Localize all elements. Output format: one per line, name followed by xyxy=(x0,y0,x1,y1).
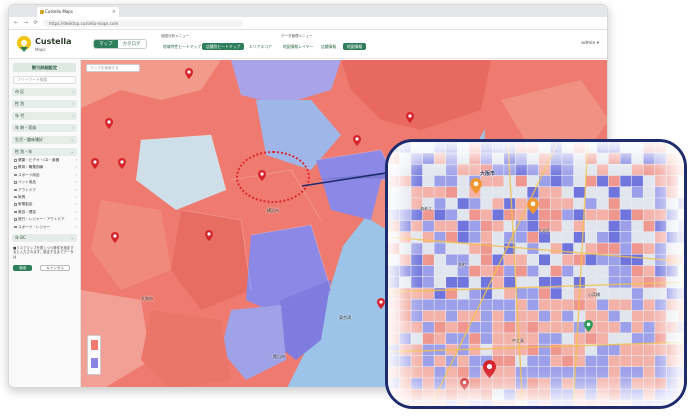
browser-tabbar: Custella Maps × xyxy=(9,5,607,24)
store-pin-icon[interactable] xyxy=(353,135,361,146)
checkbox-icon[interactable] xyxy=(14,195,17,199)
store-info-button[interactable]: 店舗情報 xyxy=(317,43,340,50)
category-label: 性 別 xyxy=(15,101,25,106)
chevron-right-icon: › xyxy=(72,101,74,106)
category-label: 市 区 xyxy=(15,89,25,94)
logo-sub: Maps xyxy=(35,47,46,52)
category-family[interactable]: 年 齢・家族 › xyxy=(12,124,77,132)
nav-buttons[interactable]: ← → ⟳ xyxy=(14,20,40,26)
mesh-cell xyxy=(678,142,684,153)
category-age[interactable]: 年 代 › xyxy=(12,112,77,120)
favicon-icon xyxy=(40,10,44,14)
checkbox-icon[interactable] xyxy=(14,181,17,184)
logo-name: Custella xyxy=(35,37,72,46)
chevron-right-icon: › xyxy=(72,125,74,130)
chevron-down-icon: ⌄ xyxy=(70,234,74,240)
category-lifestyle[interactable]: 生活・趣味嗜好 ⌄ xyxy=(12,136,77,144)
zoom-detail-panel: 大阪市 海老江 大淀区 本町 心斎橋 中之島 xyxy=(385,139,687,409)
mode-switch: マップ カタログ xyxy=(93,39,147,49)
cancel-button[interactable]: キャンセル xyxy=(40,265,71,272)
app-header: Custella Maps マップ カタログ 地図分析メニュー 地域特性ヒートマ… xyxy=(9,30,607,59)
store-pin-icon[interactable] xyxy=(406,112,414,123)
store-pin-icon[interactable] xyxy=(185,68,193,79)
sub-item[interactable]: 家電製品 › xyxy=(14,201,77,207)
promo-scene: Custella Maps × ← → ⟳ https://desktop.cu… xyxy=(0,0,700,416)
place-label: 館山市 xyxy=(273,354,285,359)
place-label: 東京湾 xyxy=(339,315,351,320)
chevron-down-icon: ⌄ xyxy=(70,137,74,142)
category-more[interactable]: 性 別・年 ⌄ xyxy=(12,148,77,156)
chevron-right-icon: › xyxy=(72,113,74,118)
store-pin-icon[interactable] xyxy=(377,298,385,309)
category-label: 性 別・年 xyxy=(15,149,33,154)
checkbox-icon[interactable] xyxy=(14,173,17,177)
checkbox-icon[interactable] xyxy=(14,166,17,169)
checkbox-icon[interactable] xyxy=(14,203,17,206)
mode-catalog-button[interactable]: カタログ xyxy=(118,40,146,48)
sub-item[interactable]: 家具 › xyxy=(14,194,77,200)
sub-item[interactable]: 美容・理容 › xyxy=(14,209,77,215)
store-pin-icon[interactable] xyxy=(105,118,113,129)
sub-item[interactable]: スポーツ用品 › xyxy=(14,172,77,178)
place-label: 大和市 xyxy=(141,296,153,301)
map-layer-button[interactable]: 地図情報レイヤー xyxy=(279,43,317,50)
sub-item[interactable]: 教育・職業訓練 › xyxy=(14,164,77,170)
address-field[interactable]: https://desktop.custella-maps.com xyxy=(43,20,243,27)
area-heatmap-button[interactable]: 地域特性ヒートマップ xyxy=(159,43,205,50)
data-menu-label: データ管理メニュー xyxy=(281,34,313,38)
category-last[interactable]: 年 BC ⌄ xyxy=(12,233,77,242)
chevron-right-icon: › xyxy=(72,89,74,94)
user-menu[interactable]: admin ▾ xyxy=(581,41,599,46)
heat-legend xyxy=(87,335,101,375)
sidebar-note: ■リスクマップを表しつつ条件を設定すると入力されます。設定するまでデータは xyxy=(13,245,74,259)
store-pin-icon[interactable] xyxy=(118,158,126,169)
sidebar-search-input[interactable]: フリーワード検索 xyxy=(13,76,76,84)
area-score-button[interactable]: エリアスコア xyxy=(245,43,276,50)
category-label: 生活・趣味嗜好 xyxy=(15,137,43,142)
map-search-input[interactable]: マップを検索する xyxy=(86,64,140,72)
legend-high-swatch xyxy=(91,340,98,350)
mesh-cell xyxy=(678,400,684,406)
category-gender[interactable]: 性 別 › xyxy=(12,100,77,108)
address-bar-row: ← → ⟳ https://desktop.custella-maps.com xyxy=(9,17,607,30)
sub-item[interactable]: 旅行・レジャー・アウトドア › xyxy=(14,216,77,222)
place-label: 横浜市 xyxy=(267,208,279,213)
category-city[interactable]: 市 区 › xyxy=(12,88,77,96)
sidebar-title: 割引詳細設定 xyxy=(13,63,76,72)
tab-close-icon[interactable]: × xyxy=(112,7,116,17)
store-pin-icon[interactable] xyxy=(111,232,119,243)
focus-area-highlight xyxy=(236,151,310,203)
tab-title: Custella Maps xyxy=(45,9,73,14)
sub-item[interactable]: ペット用品 › xyxy=(14,179,77,185)
map-info-button[interactable]: 地図情報 xyxy=(343,43,367,50)
apply-button[interactable]: 適用 xyxy=(13,265,33,272)
custella-logo-icon xyxy=(17,36,31,52)
panel-vignette xyxy=(388,142,684,406)
store-heatmap-button[interactable]: 店舗別ヒートマップ xyxy=(202,43,245,50)
sidebar-actions: 適用 キャンセル xyxy=(13,265,76,272)
store-pin-icon[interactable] xyxy=(205,230,213,241)
sub-item[interactable]: アウトドア › xyxy=(14,187,77,193)
category-label: 年 齢・家族 xyxy=(15,125,37,130)
legend-low-swatch xyxy=(91,358,98,368)
chevron-down-icon: ⌄ xyxy=(70,149,74,154)
checkbox-icon[interactable] xyxy=(14,188,17,192)
checkbox-icon[interactable] xyxy=(14,159,17,162)
checkbox-icon[interactable] xyxy=(14,218,17,221)
sub-item[interactable]: 健康・ビデオ・CD・楽器 › xyxy=(14,157,77,163)
category-label: 年 BC xyxy=(15,234,26,240)
filter-sidebar: 割引詳細設定 フリーワード検索 市 区 › 性 別 › 年 代 › 年 齢・家族 › 生… xyxy=(9,60,81,387)
analysis-menu-label: 地図分析メニュー xyxy=(161,34,189,38)
checkbox-icon[interactable] xyxy=(14,210,17,214)
sub-item[interactable]: スポーツ・レジャー › xyxy=(14,224,77,230)
store-pin-icon[interactable] xyxy=(91,158,99,169)
checkbox-icon[interactable] xyxy=(14,225,17,229)
category-label: 年 代 xyxy=(15,113,25,118)
mesh-cell xyxy=(388,400,400,406)
browser-tab[interactable]: Custella Maps × xyxy=(37,7,119,17)
mode-map-button[interactable]: マップ xyxy=(94,40,118,48)
